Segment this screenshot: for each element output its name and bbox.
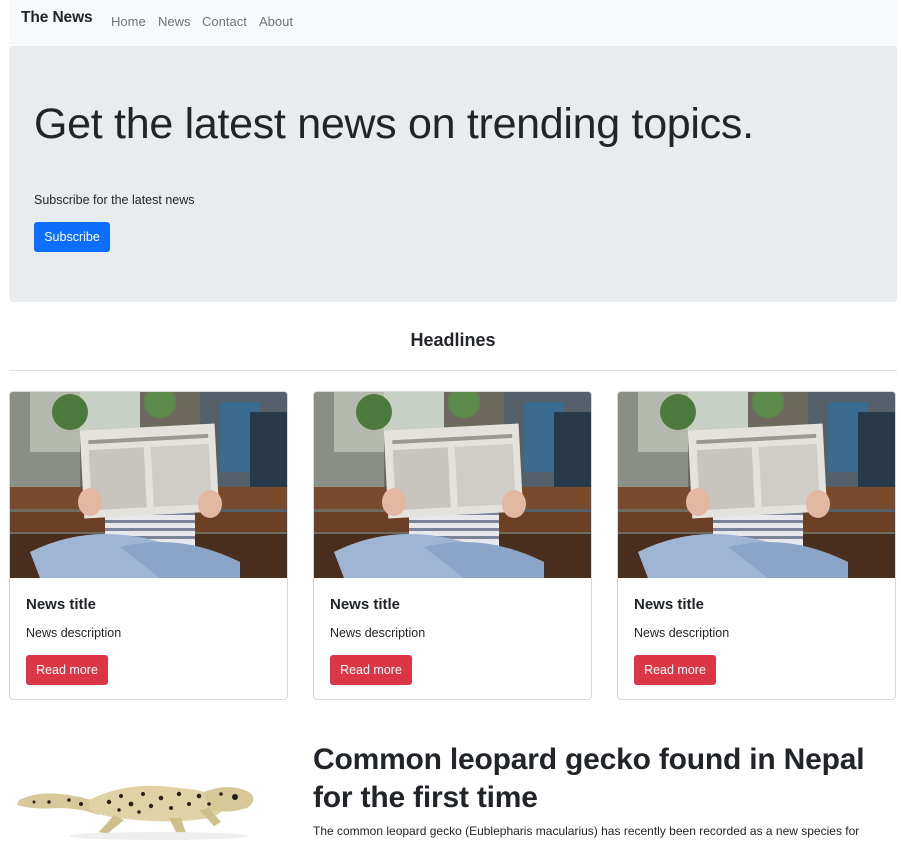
news-card: News title News description Read more (313, 391, 592, 700)
article-title: Common leopard gecko found in Nepal for … (313, 743, 865, 814)
news-card: News title News description Read more (617, 391, 896, 700)
card-title: News title (330, 596, 401, 613)
card-description: News description (634, 626, 730, 640)
read-more-button[interactable]: Read more (330, 655, 412, 685)
navbar: The News Home News Contact About (9, 0, 897, 44)
hero-banner: Get the latest news on trending topics. … (9, 46, 897, 302)
nav-link-about[interactable]: About (259, 14, 293, 29)
card-description: News description (26, 626, 122, 640)
hero-subtext: Subscribe for the latest news (34, 193, 195, 207)
nav-link-home[interactable]: Home (111, 14, 146, 29)
hero-heading: Get the latest news on trending topics. (34, 100, 754, 148)
card-image (10, 392, 287, 578)
article-image (9, 760, 271, 842)
news-card: News title News description Read more (9, 391, 288, 700)
navbar-brand[interactable]: The News (21, 9, 93, 27)
card-description: News description (330, 626, 426, 640)
card-image (618, 392, 895, 578)
card-title: News title (634, 596, 705, 613)
card-title: News title (26, 596, 97, 613)
divider (9, 370, 897, 371)
article-body: The common leopard gecko (Eublepharis ma… (313, 824, 860, 838)
subscribe-button[interactable]: Subscribe (34, 222, 110, 252)
section-heading: Headlines (410, 330, 496, 350)
card-image (314, 392, 591, 578)
read-more-button[interactable]: Read more (26, 655, 108, 685)
nav-link-contact[interactable]: Contact (202, 14, 247, 29)
read-more-button[interactable]: Read more (634, 655, 716, 685)
nav-link-news[interactable]: News (158, 14, 191, 29)
